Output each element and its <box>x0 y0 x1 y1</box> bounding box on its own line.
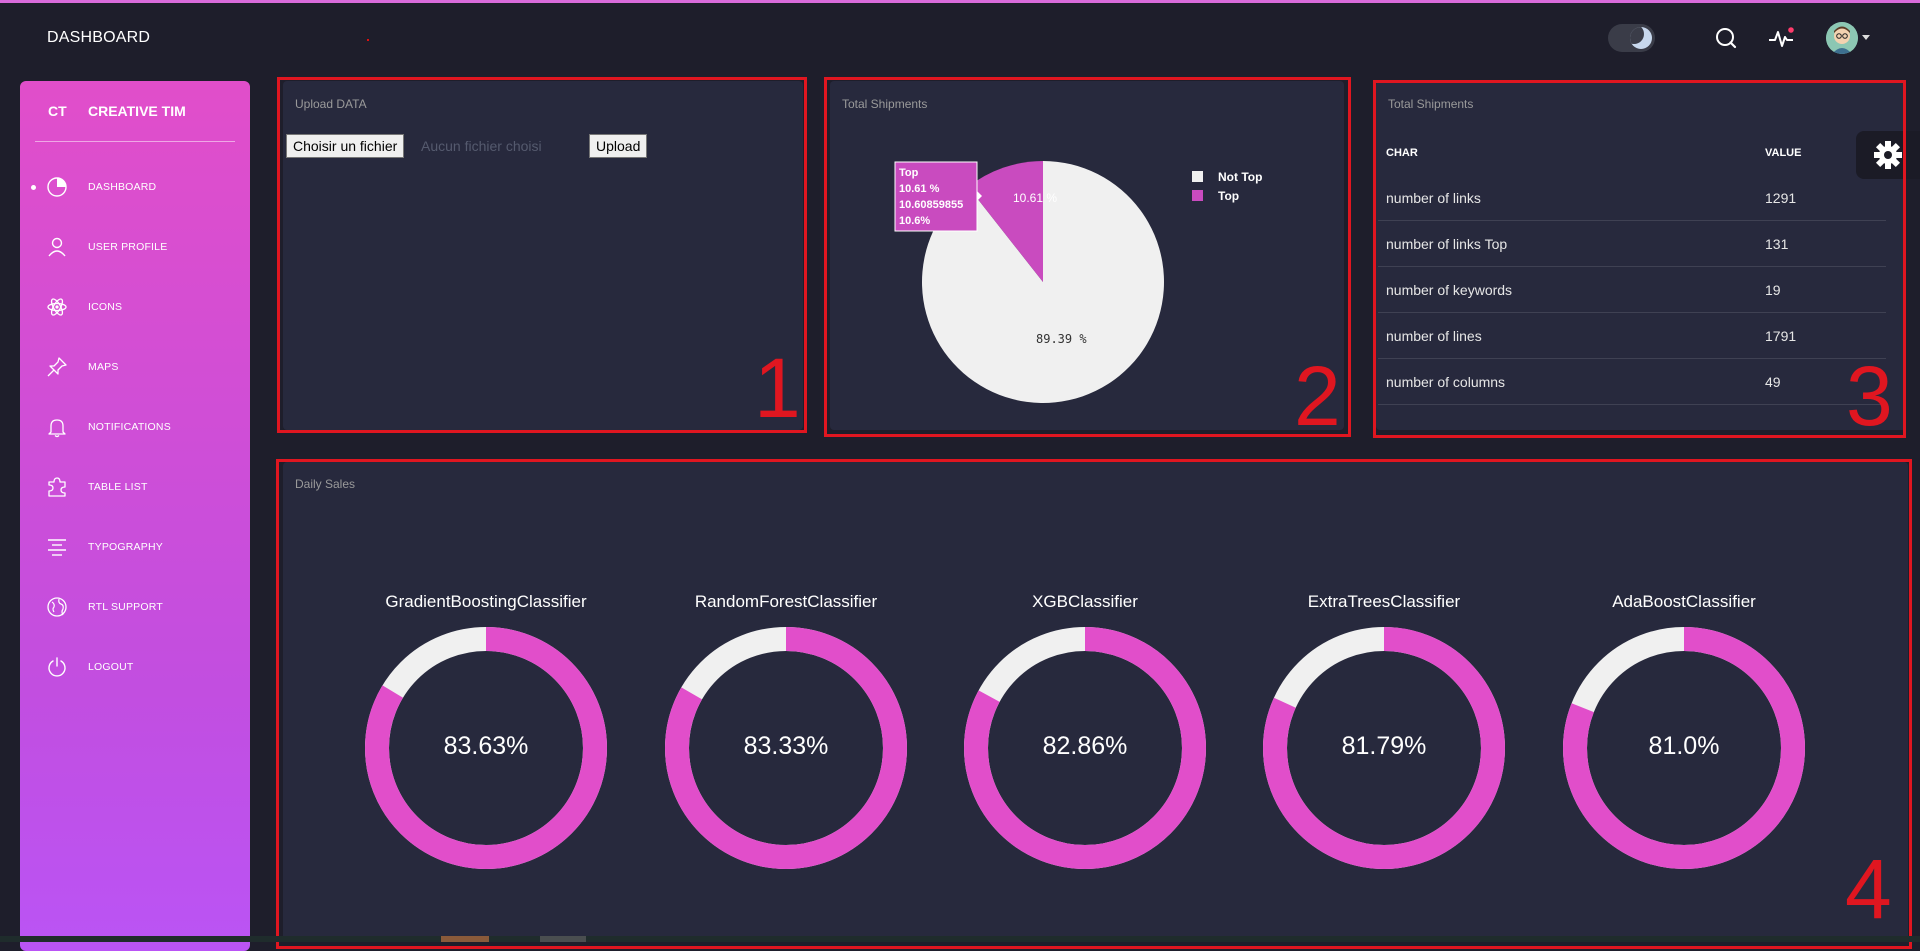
activity-button[interactable] <box>1766 24 1796 54</box>
navbar-brand[interactable]: DASHBOARD <box>47 29 150 47</box>
pulse-icon <box>1769 27 1794 47</box>
sidebar-item-rtl-support[interactable]: RTL SUPPORT <box>20 587 250 627</box>
search-button[interactable] <box>1711 24 1741 54</box>
sidebar-logo-mini[interactable]: CT <box>48 103 67 119</box>
sidebar-item-typography[interactable]: TYPOGRAPHY <box>20 527 250 567</box>
pin-icon <box>47 357 67 377</box>
atom-icon <box>47 298 67 316</box>
annotation-number-1: 1 <box>754 341 801 435</box>
annotation-box-3 <box>1373 80 1906 438</box>
annotation-box-2 <box>824 77 1351 437</box>
sidebar-item-user-profile[interactable]: USER PROFILE <box>20 227 250 267</box>
sidebar-item-notifications[interactable]: NOTIFICATIONS <box>20 407 250 447</box>
annotation-number-4: 4 <box>1845 842 1892 936</box>
taskbar-item[interactable] <box>441 936 489 942</box>
taskbar-item[interactable] <box>540 936 586 942</box>
search-icon <box>1716 28 1737 49</box>
chevron-down-icon[interactable] <box>1862 35 1870 40</box>
user-avatar-icon <box>1826 22 1858 54</box>
sidebar-item-table-list[interactable]: TABLE LIST <box>20 467 250 507</box>
bell-icon <box>48 419 66 438</box>
sidebar-item-label: RTL SUPPORT <box>88 601 163 613</box>
sidebar: CT CREATIVE TIM DASHBOARD USER PROFILE I… <box>20 81 250 951</box>
annotation-number-3: 3 <box>1846 349 1893 443</box>
user-icon <box>48 237 66 257</box>
align-center-icon <box>48 539 66 556</box>
active-indicator <box>31 185 36 190</box>
sidebar-item-label: TABLE LIST <box>88 481 148 493</box>
sidebar-item-label: TYPOGRAPHY <box>88 541 163 553</box>
annotation-number-2: 2 <box>1294 349 1341 443</box>
sidebar-divider <box>35 141 235 142</box>
sidebar-logo-text[interactable]: CREATIVE TIM <box>88 103 186 119</box>
theme-toggle[interactable] <box>1608 24 1655 52</box>
sidebar-item-icons[interactable]: ICONS <box>20 287 250 327</box>
sidebar-item-logout[interactable]: LOGOUT <box>20 647 250 687</box>
sidebar-item-label: DASHBOARD <box>88 181 157 193</box>
annotation-box-1 <box>277 77 807 433</box>
top-navbar: DASHBOARD <box>0 3 1920 75</box>
sidebar-item-label: USER PROFILE <box>88 241 168 253</box>
annotation-box-4 <box>276 459 1912 949</box>
power-icon <box>48 657 66 677</box>
sidebar-item-maps[interactable]: MAPS <box>20 347 250 387</box>
puzzle-icon <box>48 477 66 497</box>
decorative-dot <box>367 39 369 41</box>
taskbar-strip <box>0 936 1920 942</box>
sidebar-item-label: ICONS <box>88 301 123 313</box>
moon-icon <box>1630 27 1652 49</box>
world-icon <box>47 597 67 617</box>
sidebar-item-label: MAPS <box>88 361 119 373</box>
sidebar-item-label: LOGOUT <box>88 661 134 673</box>
sidebar-item-label: NOTIFICATIONS <box>88 421 171 433</box>
sidebar-item-dashboard[interactable]: DASHBOARD <box>20 167 250 207</box>
avatar[interactable] <box>1826 22 1858 54</box>
chart-pie-icon <box>47 177 67 197</box>
